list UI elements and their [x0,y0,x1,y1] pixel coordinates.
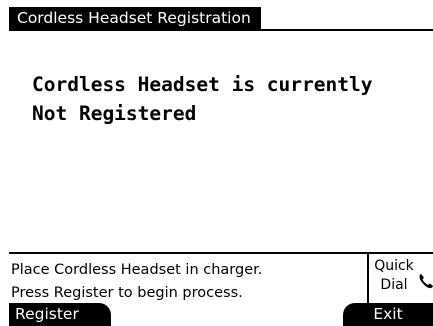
quick-dial-key[interactable]: Quick Dial [367,252,433,303]
exit-softkey[interactable]: Exit [343,303,433,326]
registration-status-message: Cordless Headset is currently Not Regist… [32,70,372,128]
status-line-2: Not Registered [32,102,197,125]
quick-dial-label-line-1: Quick [374,258,414,274]
instructions-text: Place Cordless Headset in charger. Press… [11,259,262,305]
quick-dial-label: Quick Dial [369,257,419,295]
register-softkey[interactable]: Register [9,303,111,326]
instruction-line-1: Place Cordless Headset in charger. [11,262,263,278]
status-line-1: Cordless Headset is currently [32,73,373,96]
instruction-line-2: Press Register to begin process. [11,285,243,301]
title-divider [9,29,433,31]
screen-title: Cordless Headset Registration [9,7,261,29]
quick-dial-label-line-2: Dial [380,277,408,293]
phone-screen: Cordless Headset Registration Cordless H… [0,0,433,326]
handset-icon [419,274,433,289]
